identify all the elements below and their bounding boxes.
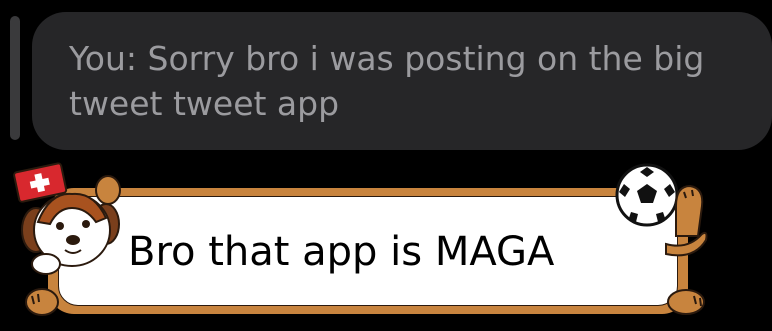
- swiss-dog-icon: [13, 162, 121, 275]
- paw-icon: [667, 289, 705, 315]
- reply-body: Sorry bro i was posting on the big tweet…: [69, 39, 705, 123]
- reply-preview-text: You: Sorry bro i was posting on the big …: [69, 36, 709, 126]
- paw-icon: [25, 288, 59, 316]
- themed-message[interactable]: Bro that app is MAGA: [0, 160, 772, 331]
- reply-sender-prefix: You:: [69, 39, 137, 78]
- tail-icon: [665, 231, 708, 257]
- reply-preview-bubble[interactable]: You: Sorry bro i was posting on the big …: [32, 12, 772, 150]
- chat-screen: { "reply": { "prefix": "You:", "text": "…: [0, 0, 772, 331]
- message-text: Bro that app is MAGA: [128, 229, 555, 275]
- reply-quote-bar: [10, 16, 20, 140]
